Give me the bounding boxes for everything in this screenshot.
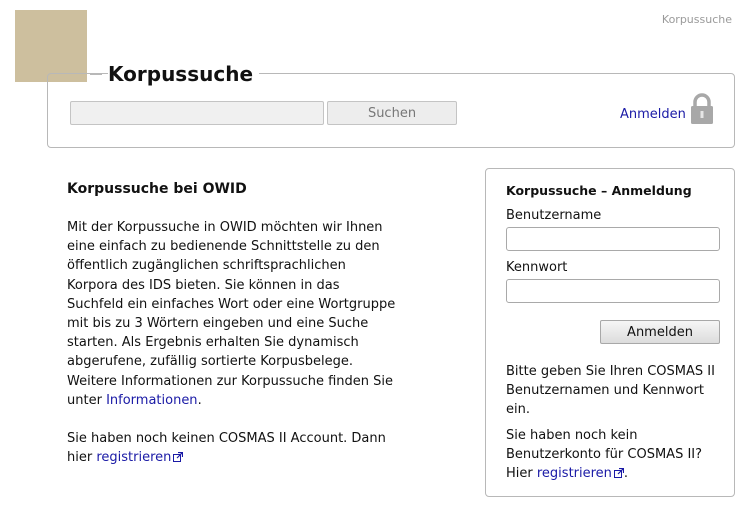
register-paragraph: Sie haben noch keinen COSMAS II Account.… xyxy=(67,429,397,467)
divider xyxy=(90,74,102,75)
external-link-icon xyxy=(613,468,624,479)
search-input[interactable] xyxy=(70,101,324,125)
intro-heading: Korpussuche bei OWID xyxy=(67,181,247,197)
login-hint-section: Bitte geben Sie Ihren COSMAS II Benutzer… xyxy=(506,362,720,483)
username-label: Benutzername xyxy=(506,208,602,223)
lock-icon[interactable] xyxy=(689,93,715,125)
login-heading: Korpussuche – Anmeldung xyxy=(506,183,692,198)
breadcrumb: Korpussuche xyxy=(661,13,732,26)
info-link[interactable]: Informationen xyxy=(106,393,198,408)
password-label: Kennwort xyxy=(506,260,568,275)
username-field[interactable] xyxy=(506,227,720,251)
password-field[interactable] xyxy=(506,279,720,303)
login-button[interactable]: Anmelden xyxy=(600,320,720,344)
logo-box xyxy=(15,10,87,82)
login-hint: Bitte geben Sie Ihren COSMAS II Benutzer… xyxy=(506,364,715,418)
page-title: Korpussuche xyxy=(108,61,260,87)
panel-register-link-label: registrieren xyxy=(536,466,612,482)
intro-text: Mit der Korpussuche in OWID möchten wir … xyxy=(67,220,396,408)
panel-register-link[interactable]: registrieren xyxy=(537,466,624,481)
register-link-label: registrieren xyxy=(96,450,172,466)
register-link[interactable]: registrieren xyxy=(96,450,184,466)
intro-paragraph: Mit der Korpussuche in OWID möchten wir … xyxy=(67,218,397,410)
login-link[interactable]: Anmelden xyxy=(620,107,686,122)
login-panel: Korpussuche – Anmeldung Benutzername Ken… xyxy=(485,168,735,497)
intro-section: Korpussuche bei OWID Mit der Korpussuche… xyxy=(67,180,397,486)
search-button[interactable]: Suchen xyxy=(327,101,457,125)
intro-text-end: . xyxy=(197,392,202,408)
no-account-end: . xyxy=(623,466,629,482)
external-link-icon xyxy=(173,452,184,463)
no-account-paragraph: Sie haben noch kein Benutzerkonto für CO… xyxy=(506,426,720,484)
